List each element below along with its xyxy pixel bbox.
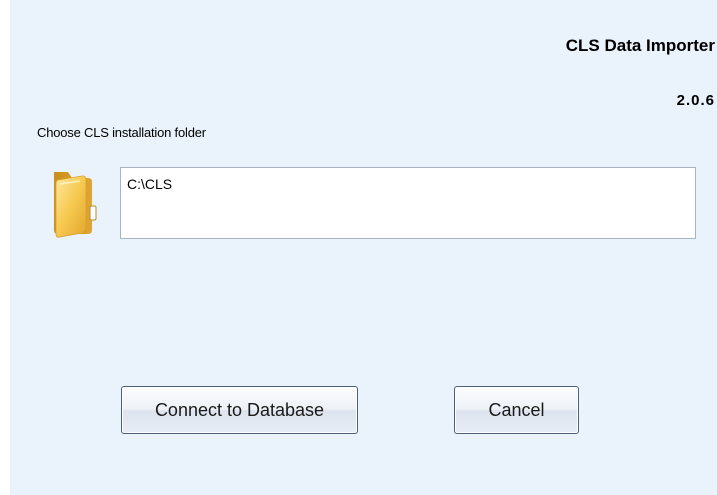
folder-icon[interactable] bbox=[50, 166, 98, 240]
app-title: CLS Data Importer bbox=[565, 36, 715, 55]
importer-dialog: CLS Data Importer 2.0.6 Choose CLS insta… bbox=[10, 0, 717, 495]
folder-prompt-label: Choose CLS installation folder bbox=[37, 125, 206, 140]
install-path-field[interactable] bbox=[120, 167, 696, 239]
app-version: 2.0.6 bbox=[676, 92, 715, 109]
connect-to-database-button[interactable]: Connect to Database bbox=[121, 386, 358, 434]
cancel-button[interactable]: Cancel bbox=[454, 386, 579, 434]
